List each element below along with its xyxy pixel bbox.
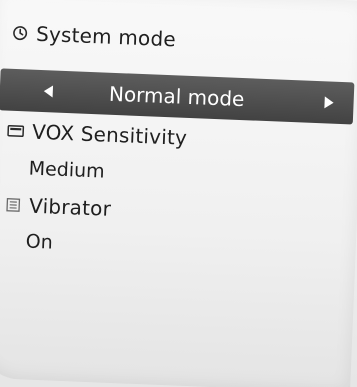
vibrator-row[interactable]: Vibrator bbox=[3, 193, 112, 221]
settings-menu: System mode Normal mode VOX Sensitivity … bbox=[0, 0, 357, 387]
system-mode-label: System mode bbox=[35, 21, 177, 52]
next-option-button[interactable] bbox=[319, 92, 340, 113]
battery-icon bbox=[6, 121, 27, 142]
arrow-right-icon bbox=[324, 96, 334, 109]
vox-sensitivity-label: VOX Sensitivity bbox=[31, 119, 188, 150]
system-mode-row[interactable]: System mode bbox=[10, 21, 177, 52]
vox-sensitivity-row[interactable]: VOX Sensitivity bbox=[6, 119, 188, 150]
clock-icon bbox=[10, 23, 31, 44]
vibrator-label: Vibrator bbox=[28, 193, 112, 221]
arrow-left-icon bbox=[43, 85, 54, 98]
vibrate-icon bbox=[3, 195, 24, 216]
system-mode-value: Normal mode bbox=[108, 81, 245, 112]
device-screen: System mode Normal mode VOX Sensitivity … bbox=[0, 0, 357, 387]
previous-option-button[interactable] bbox=[37, 81, 58, 102]
system-mode-selector[interactable]: Normal mode bbox=[0, 68, 355, 125]
vox-sensitivity-value: Medium bbox=[28, 157, 106, 183]
vibrator-value: On bbox=[25, 230, 54, 254]
